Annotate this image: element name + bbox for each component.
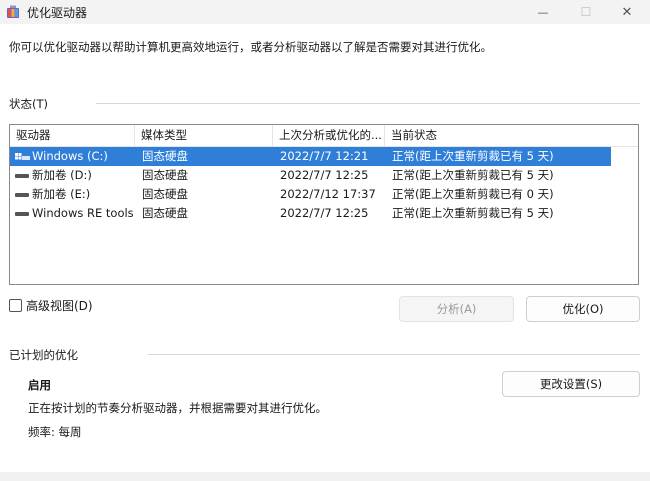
scheduled-frequency: 频率: 每周 bbox=[28, 425, 82, 439]
advanced-view-label: 高级视图(D) bbox=[26, 299, 93, 313]
column-header-current-status[interactable]: 当前状态 bbox=[385, 125, 638, 146]
drive-status: 正常(距上次重新剪裁已有 0 天) bbox=[392, 187, 554, 201]
maximize-button[interactable]: ☐ bbox=[563, 0, 609, 24]
advanced-view-toggle[interactable]: 高级视图(D) bbox=[9, 297, 93, 314]
maximize-icon: ☐ bbox=[580, 5, 592, 19]
drive-name: Windows RE tools bbox=[32, 206, 134, 220]
window-title: 优化驱动器 bbox=[27, 6, 88, 20]
column-header-drive[interactable]: 驱动器 bbox=[10, 125, 135, 146]
drive-last-run: 2022/7/7 12:21 bbox=[280, 149, 369, 163]
minimize-button[interactable]: — bbox=[520, 0, 566, 24]
optimize-button[interactable]: 优化(O) bbox=[526, 296, 640, 322]
drive-row-re-tools[interactable]: Windows RE tools 固态硬盘 2022/7/7 12:25 正常(… bbox=[10, 204, 638, 223]
close-icon: ✕ bbox=[621, 4, 633, 20]
drive-name: Windows (C:) bbox=[32, 149, 108, 163]
status-divider bbox=[96, 103, 640, 104]
title-bar: 优化驱动器 — ☐ ✕ bbox=[0, 0, 650, 24]
scheduled-section-label: 已计划的优化 bbox=[9, 348, 78, 362]
scheduled-divider bbox=[148, 354, 640, 355]
drive-status: 正常(距上次重新剪裁已有 5 天) bbox=[392, 168, 554, 182]
status-section-label: 状态(T) bbox=[9, 97, 48, 111]
drive-media-type: 固态硬盘 bbox=[142, 168, 188, 182]
drive-media-type: 固态硬盘 bbox=[142, 187, 188, 201]
drive-media-type: 固态硬盘 bbox=[142, 206, 188, 220]
column-header-media-type[interactable]: 媒体类型 bbox=[135, 125, 273, 146]
drive-icon bbox=[15, 193, 29, 197]
analyze-button[interactable]: 分析(A) bbox=[399, 296, 514, 322]
close-button[interactable]: ✕ bbox=[604, 0, 650, 24]
drive-icon bbox=[15, 212, 29, 216]
app-icon bbox=[7, 5, 19, 18]
drive-row-e[interactable]: 新加卷 (E:) 固态硬盘 2022/7/12 17:37 正常(距上次重新剪裁… bbox=[10, 185, 638, 204]
advanced-view-checkbox[interactable] bbox=[9, 299, 22, 312]
column-header-last-run[interactable]: 上次分析或优化的... bbox=[273, 125, 385, 146]
scheduled-detail: 正在按计划的节奏分析驱动器，并根据需要对其进行优化。 bbox=[28, 401, 327, 415]
description-text: 你可以优化驱动器以帮助计算机更高效地运行，或者分析驱动器以了解是否需要对其进行优… bbox=[9, 40, 492, 54]
footer-bar bbox=[0, 472, 650, 481]
drive-list-header: 驱动器 媒体类型 上次分析或优化的... 当前状态 bbox=[10, 125, 638, 147]
drive-last-run: 2022/7/7 12:25 bbox=[280, 168, 369, 182]
drive-last-run: 2022/7/12 17:37 bbox=[280, 187, 376, 201]
scheduled-state: 启用 bbox=[28, 378, 51, 392]
drive-name: 新加卷 (E:) bbox=[32, 187, 91, 201]
drive-row-c[interactable]: Windows (C:) 固态硬盘 2022/7/7 12:21 正常(距上次重… bbox=[10, 147, 611, 166]
drive-last-run: 2022/7/7 12:25 bbox=[280, 206, 369, 220]
drive-rows: Windows (C:) 固态硬盘 2022/7/7 12:21 正常(距上次重… bbox=[10, 147, 638, 223]
drive-status: 正常(距上次重新剪裁已有 5 天) bbox=[392, 149, 554, 163]
change-settings-button[interactable]: 更改设置(S) bbox=[502, 371, 640, 397]
minimize-icon: — bbox=[537, 5, 549, 19]
drive-status: 正常(距上次重新剪裁已有 5 天) bbox=[392, 206, 554, 220]
drive-row-d[interactable]: 新加卷 (D:) 固态硬盘 2022/7/7 12:25 正常(距上次重新剪裁已… bbox=[10, 166, 638, 185]
drive-name: 新加卷 (D:) bbox=[32, 168, 92, 182]
drive-icon bbox=[15, 174, 29, 178]
drive-media-type: 固态硬盘 bbox=[142, 149, 188, 163]
windows-drive-icon bbox=[15, 153, 30, 160]
drive-list[interactable]: 驱动器 媒体类型 上次分析或优化的... 当前状态 Windows (C:) 固… bbox=[9, 124, 639, 285]
